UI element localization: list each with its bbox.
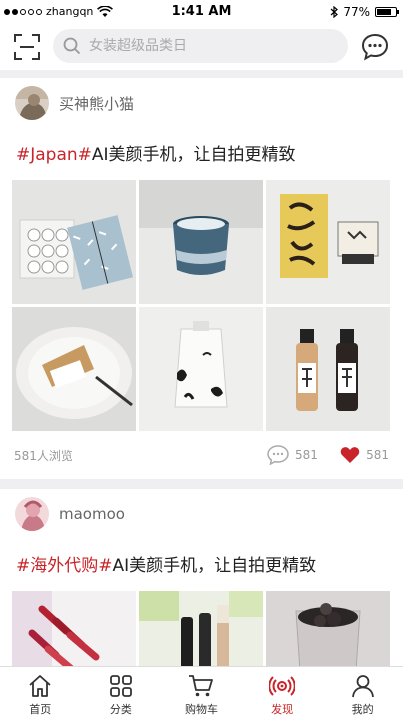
search-input[interactable] — [89, 38, 319, 54]
bluetooth-icon — [330, 6, 339, 18]
photo-thumbnail[interactable] — [139, 307, 263, 431]
photo-thumbnail[interactable] — [12, 591, 136, 666]
status-bar: zhangqn 1:41 AM 77% — [0, 0, 403, 24]
like-button[interactable]: 581 — [340, 446, 389, 464]
post-text[interactable]: #海外代购#AI美颜手机，让自拍更精致 — [12, 535, 391, 591]
top-header — [0, 24, 403, 70]
tab-profile[interactable]: 我的 — [322, 667, 403, 720]
tab-label: 购物车 — [184, 703, 218, 716]
comment-icon — [267, 445, 289, 465]
post-card[interactable]: maomoo #海外代购#AI美颜手机，让自拍更精致 — [0, 489, 403, 666]
post-card[interactable]: 买神熊小猫 #Japan#AI美颜手机，让自拍更精致 581人浏览 581 58… — [0, 78, 403, 479]
like-count: 581 — [366, 448, 389, 462]
photo-grid — [12, 591, 391, 666]
photo-thumbnail[interactable] — [139, 180, 263, 304]
photo-thumbnail[interactable] — [266, 307, 390, 431]
grid-icon — [109, 675, 132, 697]
avatar[interactable] — [15, 497, 49, 531]
photo-thumbnail[interactable] — [12, 180, 136, 304]
cart-icon — [189, 675, 214, 697]
post-feed[interactable]: 买神熊小猫 #Japan#AI美颜手机，让自拍更精致 581人浏览 581 58… — [0, 78, 403, 666]
photo-grid — [12, 180, 391, 431]
chat-bubble-icon[interactable] — [361, 33, 389, 61]
post-header: maomoo — [12, 489, 391, 535]
discover-icon — [269, 676, 296, 696]
search-icon — [63, 37, 81, 55]
post-text[interactable]: #Japan#AI美颜手机，让自拍更精致 — [12, 124, 391, 180]
tab-label: 我的 — [351, 703, 374, 716]
post-footer: 581人浏览 581 581 — [12, 431, 391, 479]
comment-button[interactable]: 581 — [267, 445, 318, 465]
home-icon — [29, 675, 51, 697]
search-bar[interactable] — [53, 29, 348, 63]
photo-thumbnail[interactable] — [12, 307, 136, 431]
status-right: 77% — [330, 5, 399, 19]
author-name[interactable]: maomoo — [59, 505, 125, 523]
user-icon — [351, 675, 374, 698]
tab-label: 首页 — [29, 703, 52, 716]
tab-label: 发现 — [271, 703, 294, 716]
bottom-tab-bar: 首页 分类 购物车 发现 我的 — [0, 666, 403, 720]
battery-icon — [375, 7, 399, 17]
view-count: 581人浏览 — [14, 448, 73, 463]
tab-label: 分类 — [109, 703, 132, 716]
tab-category[interactable]: 分类 — [81, 667, 162, 720]
photo-thumbnail[interactable] — [266, 180, 390, 304]
photo-thumbnail[interactable] — [139, 591, 263, 666]
author-name[interactable]: 买神熊小猫 — [59, 93, 134, 114]
hashtag[interactable]: #Japan# — [16, 145, 92, 165]
tab-cart[interactable]: 购物车 — [161, 667, 242, 720]
battery-percent: 77% — [343, 5, 370, 19]
photo-thumbnail[interactable] — [266, 591, 390, 666]
post-body: AI美颜手机，让自拍更精致 — [91, 145, 296, 165]
scan-icon[interactable] — [14, 34, 40, 60]
hashtag[interactable]: #海外代购# — [16, 556, 113, 576]
tab-home[interactable]: 首页 — [0, 667, 81, 720]
avatar[interactable] — [15, 86, 49, 120]
heart-icon — [340, 447, 360, 463]
comment-count: 581 — [295, 448, 318, 462]
post-header: 买神熊小猫 — [12, 78, 391, 124]
tab-discover[interactable]: 发现 — [242, 667, 323, 720]
post-body: AI美颜手机，让自拍更精致 — [112, 556, 317, 576]
